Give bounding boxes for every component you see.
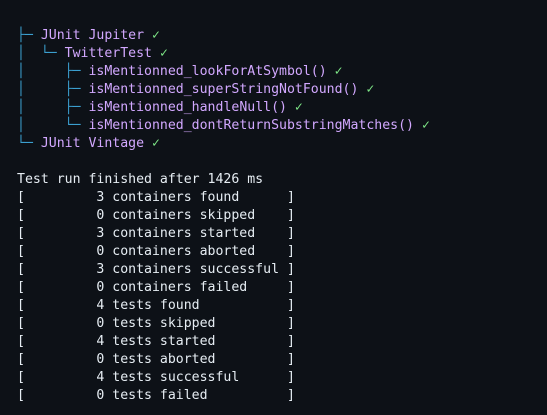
check-icon: ✓	[366, 82, 375, 97]
tree-guide: └─	[17, 136, 41, 151]
summary-line-tests-skipped: [ 0 tests skipped ]	[17, 316, 295, 331]
check-icon: ✓	[334, 64, 343, 79]
summary-line-containers-aborted: [ 0 containers aborted ]	[17, 244, 295, 259]
summary-line-containers-found: [ 3 containers found ]	[17, 190, 295, 205]
terminal-window: ├─ JUnit Jupiter ✓ │ └─ TwitterTest ✓ │ …	[0, 0, 547, 415]
test-name: isMentionned_dontReturnSubstringMatches(…	[88, 118, 414, 133]
tree-guide: │ ├─	[17, 64, 89, 79]
test-name: isMentionned_handleNull()	[88, 100, 287, 115]
check-icon: ✓	[159, 46, 168, 61]
summary-line-containers-skipped: [ 0 containers skipped ]	[17, 208, 295, 223]
summary-line-containers-successful: [ 3 containers successful ]	[17, 262, 295, 277]
engine-name: JUnit Jupiter	[40, 28, 145, 43]
tree-guide: │ └─	[17, 118, 89, 133]
summary-line-containers-failed: [ 0 containers failed ]	[17, 280, 295, 295]
summary-line-tests-aborted: [ 0 tests aborted ]	[17, 352, 295, 367]
tree-row-junit-vintage: └─ JUnit Vintage ✓	[17, 135, 160, 153]
test-name: isMentionned_lookForAtSymbol()	[88, 64, 327, 79]
tree-row-test: │ ├─ isMentionned_handleNull() ✓	[17, 99, 303, 117]
tree-guide: │ └─	[17, 46, 65, 61]
check-icon: ✓	[152, 28, 160, 43]
tree-row-junit-jupiter: ├─ JUnit Jupiter ✓	[17, 27, 160, 45]
tree-row-twitter-test: │ └─ TwitterTest ✓	[17, 45, 168, 63]
tree-row-test: │ ├─ isMentionned_lookForAtSymbol() ✓	[17, 63, 343, 81]
summary-header: Test run finished after 1426 ms	[17, 172, 264, 187]
summary-line-tests-failed: [ 0 tests failed ]	[17, 388, 295, 403]
summary-line-tests-found: [ 4 tests found ]	[17, 298, 295, 313]
tree-guide: │ ├─	[17, 82, 89, 97]
check-icon: ✓	[294, 100, 303, 115]
summary-line-containers-started: [ 3 containers started ]	[17, 226, 295, 241]
check-icon: ✓	[421, 118, 430, 133]
test-run-summary: Test run finished after 1426 ms [ 3 cont…	[17, 171, 295, 405]
tree-guide: ├─	[17, 28, 41, 43]
class-name: TwitterTest	[64, 46, 152, 61]
engine-name: JUnit Vintage	[40, 136, 145, 151]
test-name: isMentionned_superStringNotFound()	[88, 82, 359, 97]
tree-row-test: │ ├─ isMentionned_superStringNotFound() …	[17, 81, 374, 99]
check-icon: ✓	[152, 136, 160, 151]
tree-row-test: │ └─ isMentionned_dontReturnSubstringMat…	[17, 117, 430, 135]
summary-line-tests-successful: [ 4 tests successful ]	[17, 370, 295, 385]
summary-line-tests-started: [ 4 tests started ]	[17, 334, 295, 349]
tree-guide: │ ├─	[17, 100, 89, 115]
